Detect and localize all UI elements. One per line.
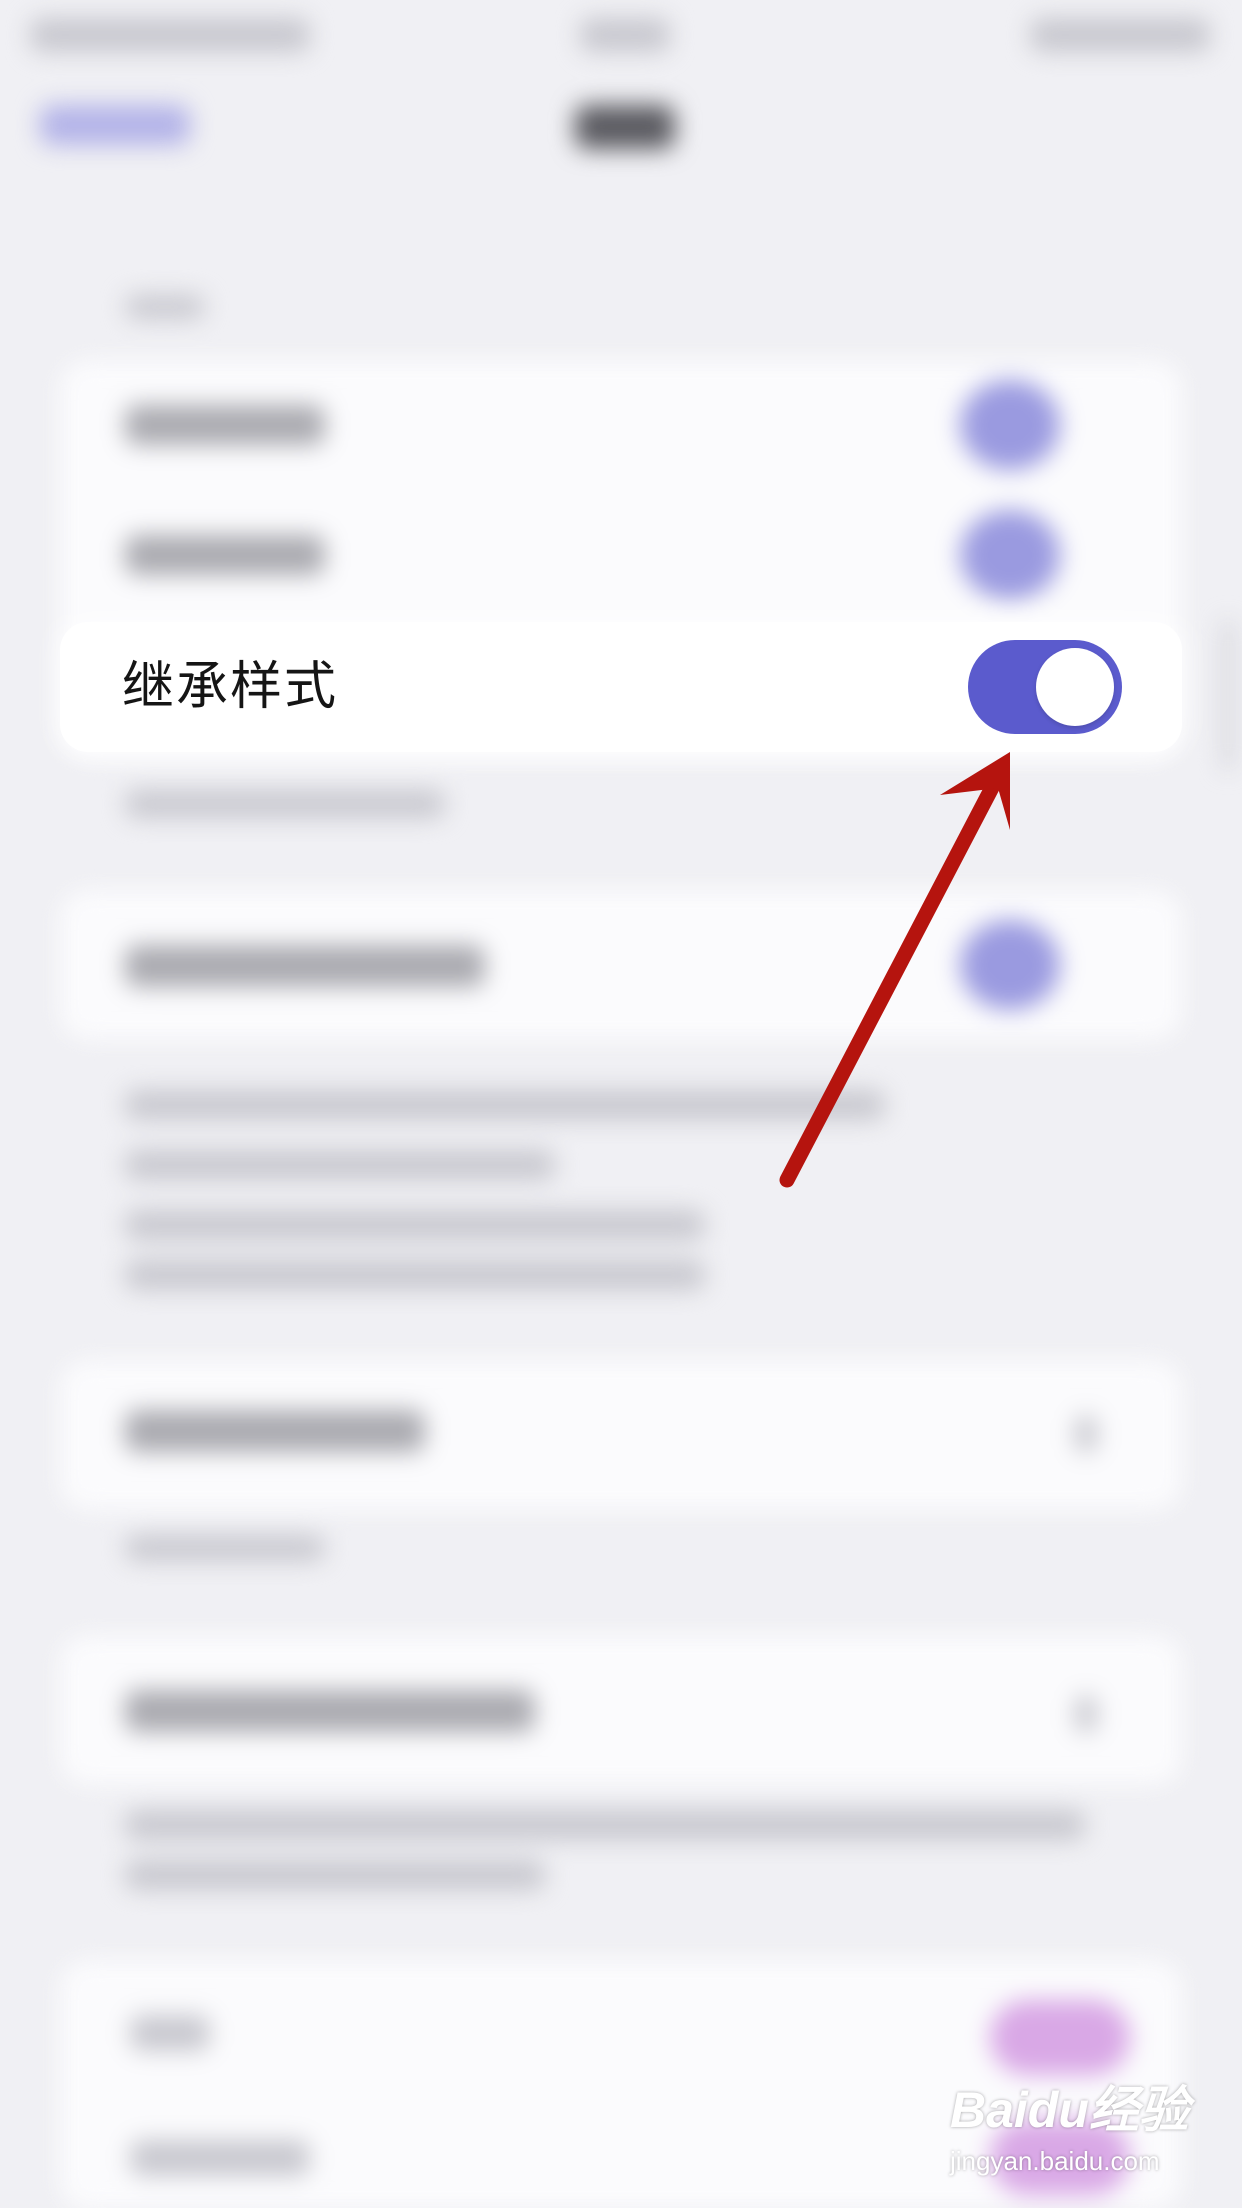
blurred-background: [0, 0, 1242, 2208]
watermark-url: jingyan.baidu.com: [950, 2146, 1160, 2176]
setting-row-3-label: [125, 945, 485, 987]
baidu-jingyan-watermark: Baidu经验 jingyan.baidu.com: [950, 2070, 1230, 2200]
setting-row-5-chevron[interactable]: [1075, 1695, 1097, 1733]
group-1-footnote: [125, 790, 445, 818]
setting-row-1-label: [125, 405, 325, 445]
group-2-description-line-1: [125, 1090, 885, 1120]
setting-row-2-label: [125, 535, 325, 575]
group-2-description-line-3: [125, 1210, 705, 1240]
section-header: [125, 295, 205, 319]
watermark-logo: Baidu经验: [950, 2082, 1189, 2138]
setting-row-7-label: [130, 2140, 310, 2176]
setting-row-6-button[interactable]: [990, 2000, 1130, 2075]
inherit-style-label: 继承样式: [122, 657, 339, 717]
group-4-description-line-1: [125, 1810, 1085, 1840]
scrollbar[interactable]: [1224, 620, 1232, 770]
setting-row-inherit-style[interactable]: 继承样式: [60, 622, 1182, 752]
setting-row-2-toggle[interactable]: [960, 510, 1060, 600]
setting-row-4-chevron[interactable]: [1075, 1415, 1097, 1453]
setting-row-6-label: [130, 2015, 210, 2051]
setting-row-3-toggle[interactable]: [960, 920, 1060, 1010]
group-2-description-line-4: [125, 1260, 705, 1290]
status-bar-carrier: [30, 18, 310, 52]
toggle-knob: [1036, 648, 1114, 726]
status-bar-battery: [1030, 18, 1210, 52]
setting-row-4-label: [125, 1410, 425, 1452]
status-bar-time: [580, 18, 670, 52]
setting-row-5-label: [125, 1690, 535, 1732]
inherit-style-toggle[interactable]: [968, 640, 1122, 734]
setting-row-1-toggle[interactable]: [960, 380, 1060, 470]
nav-title: [575, 105, 675, 149]
group-4-description-line-2: [125, 1860, 545, 1890]
back-button[interactable]: [40, 105, 190, 145]
group-3-footnote: [125, 1535, 325, 1561]
group-2-description-line-2: [125, 1150, 555, 1180]
